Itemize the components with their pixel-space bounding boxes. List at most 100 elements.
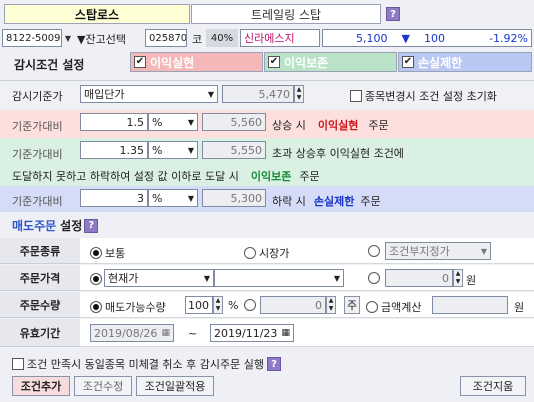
- qty-count-value: 0: [315, 298, 322, 312]
- radio-sellable-qty[interactable]: [90, 301, 102, 313]
- profit-keep-checkbox[interactable]: ✔: [268, 56, 280, 68]
- price-type-select[interactable]: 현재가 ▼: [104, 269, 214, 287]
- stop-loss-checkbox[interactable]: ✔: [402, 56, 414, 68]
- qty-percent-spinner[interactable]: ▲ ▼: [213, 296, 223, 314]
- current-price: 5,100: [356, 31, 388, 45]
- stop-loss-label: 손실제한: [418, 55, 463, 70]
- radio-manual-price[interactable]: [368, 272, 380, 284]
- profit-take-toggle[interactable]: ✔ 이익실현: [130, 52, 263, 72]
- tab-stoploss[interactable]: 스탑로스: [4, 4, 190, 24]
- order-type-conditional[interactable]: [368, 245, 380, 260]
- manual-price-input[interactable]: 0: [385, 269, 453, 287]
- cond2-percent-input[interactable]: 1.35: [80, 141, 148, 159]
- cond1-percent-value: 1.5: [126, 115, 145, 129]
- cond1-unit: %: [152, 115, 163, 129]
- cancel-unfilled-label: 조건 만족시 동일종목 미체결 취소 후 감시주문 실행: [27, 358, 264, 371]
- reset-checkbox[interactable]: [350, 90, 362, 102]
- cond3-emph: 손실제한: [313, 195, 355, 208]
- qty-sellable-option[interactable]: 매도가능수량: [90, 299, 166, 315]
- cond1-emph: 이익실현: [317, 119, 359, 132]
- radio-market[interactable]: [244, 247, 256, 259]
- add-condition-button[interactable]: 조건추가: [12, 376, 70, 396]
- cond2-text-pre: 초과 상승후 이익실현 조건에: [272, 147, 404, 160]
- order-price-label: 주문가격: [0, 265, 80, 291]
- price-unit: 원: [466, 274, 477, 287]
- price-manual-radio[interactable]: [368, 272, 380, 287]
- amount-calc-option[interactable]: 금액계산: [366, 299, 421, 315]
- monitor-title: 감시조건 설정: [14, 58, 85, 72]
- base-type-select[interactable]: 매입단가 ▼: [80, 85, 218, 103]
- help-icon[interactable]: ?: [267, 357, 281, 371]
- cond2-text-post: 주문: [299, 170, 320, 183]
- help-icon[interactable]: ?: [84, 218, 99, 233]
- valid-to-input[interactable]: 2019/11/23 ▦: [210, 324, 294, 342]
- profit-keep-toggle[interactable]: ✔ 이익보존: [264, 52, 397, 72]
- conditional-select-value: 조건부지정가: [389, 245, 450, 258]
- base-price-spinner[interactable]: ▲ ▼: [294, 85, 304, 103]
- amount-input[interactable]: [432, 296, 508, 314]
- chevron-down-icon[interactable]: ▼: [62, 30, 74, 46]
- cancel-unfilled-option[interactable]: 조건 만족시 동일종목 미체결 취소 후 감시주문 실행 ?: [12, 356, 281, 372]
- cond1-percent-input[interactable]: 1.5: [80, 113, 148, 131]
- valid-from-input[interactable]: 2019/08/26 ▦: [90, 324, 174, 342]
- manual-price-value: 0: [442, 271, 449, 285]
- qty-percent-value: 100: [188, 298, 209, 312]
- tab-trailing-stop[interactable]: 트레일링 스탑: [191, 4, 381, 24]
- qty-count-input[interactable]: 0: [260, 296, 326, 314]
- cond3-price-text: 5,300: [230, 191, 263, 205]
- profit-take-label: 이익실현: [150, 55, 195, 70]
- change-rate: -1.92%: [489, 31, 528, 45]
- qty-unit: 주: [346, 299, 358, 312]
- margin-badge: 40%: [206, 29, 238, 47]
- apply-all-button[interactable]: 조건일괄적용: [136, 376, 214, 396]
- price-type-value: 현재가: [108, 272, 139, 285]
- account-select[interactable]: 8122-5009: [2, 29, 62, 47]
- amount-calc-label: 금액계산: [381, 301, 422, 314]
- chevron-down-icon: ▼: [207, 89, 214, 99]
- stop-loss-toggle[interactable]: ✔ 손실제한: [398, 52, 532, 72]
- cond1-unit-select[interactable]: % ▼: [148, 113, 198, 131]
- reset-label: 종목변경시 조건 설정 초기화: [365, 90, 497, 103]
- balance-select-button[interactable]: ▼잔고선택: [77, 31, 126, 47]
- calendar-icon[interactable]: ▦: [161, 328, 170, 338]
- amount-unit: 원: [514, 301, 525, 314]
- stock-code-input[interactable]: 025870: [145, 29, 187, 47]
- radio-normal[interactable]: [90, 247, 102, 259]
- delete-condition-button[interactable]: 조건지움: [460, 376, 526, 396]
- validity-label: 유효기간: [0, 319, 80, 347]
- qty-count-radio[interactable]: [244, 299, 256, 314]
- qty-count-spinner[interactable]: ▲ ▼: [326, 296, 336, 314]
- cond1-price: 5,560: [202, 113, 266, 131]
- price-display: 5,100 ▼ 100 -1.92%: [322, 29, 532, 47]
- manual-price-spinner[interactable]: ▲ ▼: [453, 269, 463, 287]
- cancel-unfilled-checkbox[interactable]: [12, 358, 24, 370]
- cond1-text-post: 주문: [368, 119, 389, 132]
- radio-conditional[interactable]: [368, 245, 380, 257]
- cond3-percent-input[interactable]: 3: [80, 189, 148, 207]
- stock-name-display: 신라에스지: [240, 29, 320, 47]
- cond2-unit-select[interactable]: % ▼: [148, 141, 198, 159]
- radio-qty-count[interactable]: [244, 299, 256, 311]
- down-arrow-icon: ▼: [401, 31, 410, 45]
- cond3-unit-select[interactable]: % ▼: [148, 189, 198, 207]
- stock-code-value: 025870: [149, 32, 187, 44]
- profit-take-checkbox[interactable]: ✔: [134, 56, 146, 68]
- stock-name: 신라에스지: [244, 32, 295, 45]
- price-sub-select[interactable]: ▼: [214, 269, 344, 287]
- help-icon[interactable]: ?: [386, 7, 400, 21]
- calendar-icon[interactable]: ▦: [281, 328, 290, 338]
- order-type-market-label: 시장가: [259, 247, 290, 260]
- order-type-normal[interactable]: 보통: [90, 245, 125, 261]
- order-type-normal-label: 보통: [105, 247, 126, 260]
- conditional-select[interactable]: 조건부지정가 ▼: [385, 242, 491, 260]
- cond3-description: 하락 시 손실제한 주문: [272, 193, 381, 209]
- edit-condition-button[interactable]: 조건수정: [74, 376, 132, 396]
- qty-percent-input[interactable]: 100: [185, 296, 213, 314]
- sell-order-title: 매도주문 설정 ?: [12, 217, 99, 234]
- reset-option[interactable]: 종목변경시 조건 설정 초기화: [350, 88, 497, 104]
- order-type-market[interactable]: 시장가: [244, 245, 289, 261]
- cond3-percent-value: 3: [137, 191, 144, 205]
- price-current-radio[interactable]: [90, 272, 102, 285]
- radio-amount-calc[interactable]: [366, 301, 378, 313]
- radio-current-price[interactable]: [90, 273, 102, 285]
